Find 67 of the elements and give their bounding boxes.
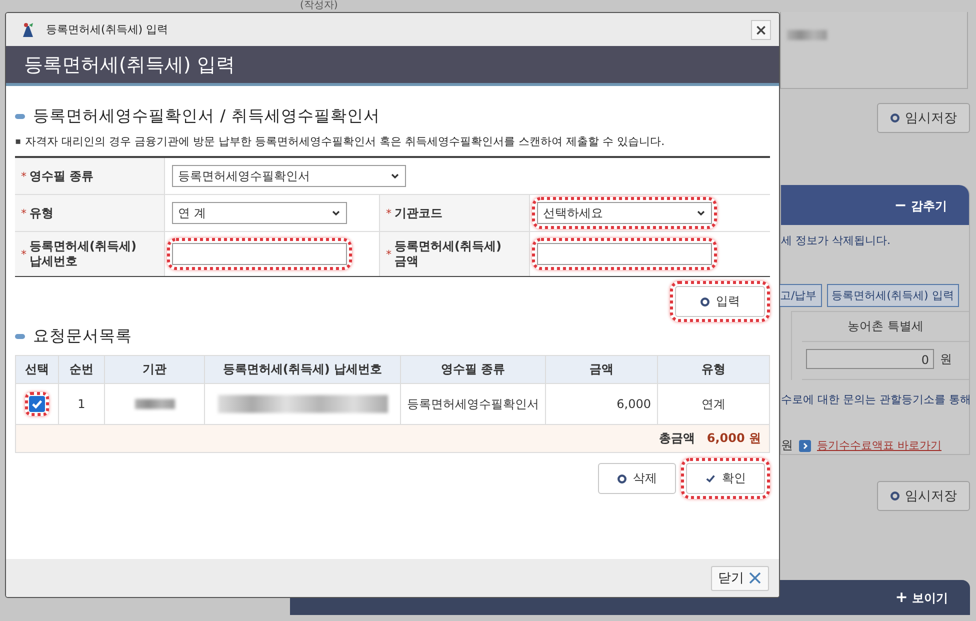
chevron-down-icon [331,208,341,218]
notice-text: 세 정보가 삭제됩니다. [781,233,892,248]
field-label: 등록면허세(취득세) 납세번호 [30,239,138,269]
required-mark: * [21,170,26,182]
collapse-button[interactable]: − 감추기 [894,196,947,214]
field-label: 기관코드 [394,206,444,220]
save-button[interactable]: 임시저장 [877,103,970,133]
circle-icon [890,113,900,123]
unit-label: 원 [940,350,952,368]
close-button[interactable]: × [751,20,771,40]
section-title: 요청문서목록 [33,326,132,347]
window-title: 등록면허세(취득세) 입력 [46,22,170,37]
tab-button[interactable]: 등록면허세(취득세) 입력 [826,284,959,307]
app-icon [20,22,36,38]
required-mark: * [386,248,392,260]
input-button[interactable]: 입력 [675,286,765,317]
column-header: 순번 [59,356,105,383]
table-cell: 등록면허세영수필확인서 [401,384,546,424]
input-field[interactable] [172,243,347,265]
circle-icon [890,491,900,501]
check-icon [705,473,716,484]
column-header: 영수필 종류 [401,356,546,383]
save-button[interactable]: 임시저장 [877,481,970,511]
select-field[interactable]: 선택하세요 [537,202,712,224]
section-bullet-icon [15,334,25,339]
unit-label: 원 [781,437,793,454]
table-cell: 6,000 [546,384,658,424]
required-mark: * [21,206,26,220]
note-text: 자격자 대리인의 경우 금융기관에 방문 납부한 등록면허세영수필확인서 혹은 취득세영수필확인서를 스캔하여 제출할 수 있습니다. [25,134,665,149]
column-header: 선택 [16,356,59,383]
circle-icon [617,474,627,484]
fee-table-link[interactable]: 등기수수료액표 바로가기 [817,438,942,453]
table-cell-text: 연계 [700,396,726,412]
table-cell: 1 [59,384,105,424]
column-header: 유형 [700,361,726,378]
expand-button[interactable]: + 보이기 [895,588,948,607]
column-label: (작성자) [300,0,338,12]
checkbox[interactable] [29,396,45,412]
column-header: 농어촌 특별세 [802,312,969,342]
section-title: 등록면허세영수필확인서 / 취득세영수필확인서 [33,106,380,127]
field-label: 등록면허세(취득세) 금액 [394,239,502,269]
chevron-down-icon [390,171,400,181]
total-amount: 6,000 원 [706,430,761,447]
info-text: 수로에 대한 문의는 관할등기소를 통해 [781,392,969,407]
confirm-button[interactable]: 확인 [686,463,765,494]
close-icon [748,571,762,585]
delete-button[interactable]: 삭제 [598,463,676,494]
column-header: 기관 [105,356,205,383]
circle-icon [700,296,710,306]
dialog-heading: 등록면허세(취득세) 입력 [24,52,235,78]
select-field[interactable]: 등록면허세영수필확인서 [172,165,406,187]
field-label: 유형 [30,206,54,220]
bullet-mark: ▪ [15,136,22,146]
close-button[interactable]: 닫기 [711,566,769,590]
required-mark: * [386,206,392,220]
column-header: 금액 [546,356,658,383]
input-field[interactable] [537,243,712,265]
total-label: 총금액 [658,430,695,447]
required-mark: * [21,248,26,260]
blurred-text [787,30,827,40]
chevron-down-icon [696,208,706,218]
amount-field[interactable]: 0 [806,349,934,369]
select-field[interactable]: 연 계 [172,202,347,224]
column-header: 등록면허세(취득세) 납세번호 [205,356,401,383]
field-label: 영수필 종류 [30,168,95,184]
blurred-text [134,399,174,409]
section-bullet-icon [15,114,25,119]
